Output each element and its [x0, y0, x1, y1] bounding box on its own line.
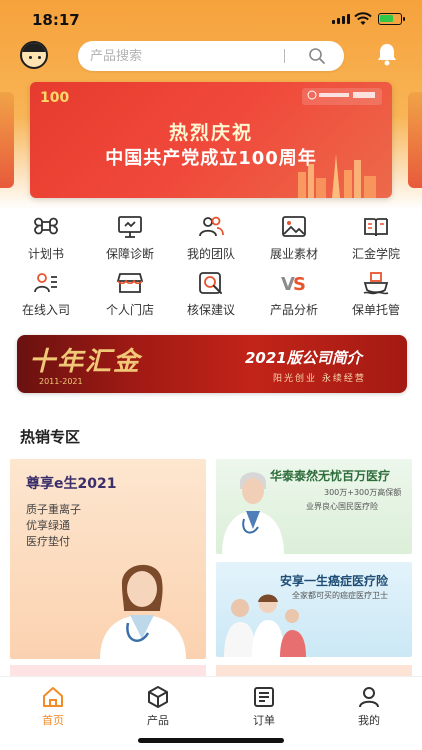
product-card-zunxiang[interactable]: 尊享e生2021 质子重离子 优享绿通 医疗垫付 — [10, 459, 206, 659]
promo-left-text: 十年汇金 — [29, 347, 142, 377]
menu-label: 在线入司 — [21, 303, 70, 317]
carousel-peek-right — [408, 92, 422, 188]
order-icon — [254, 687, 274, 707]
svg-text:S: S — [293, 274, 306, 295]
avatar[interactable] — [20, 41, 48, 69]
menu-label: 保障诊断 — [105, 247, 154, 261]
menu-item-plan[interactable]: 计划书 — [4, 214, 88, 262]
skyline-graphic — [298, 154, 376, 198]
menu-label: 核保建议 — [186, 303, 235, 317]
status-time: 18:17 — [32, 11, 80, 29]
menu-label: 展业素材 — [269, 247, 318, 261]
menu-item-underwriting[interactable]: 核保建议 — [169, 270, 253, 318]
battery-icon — [378, 13, 405, 25]
company-intro-banner[interactable]: 十年汇金 2011-2021 2021版公司简介 阳光创业 永续经营 — [17, 335, 407, 393]
team-icon — [199, 216, 224, 237]
tab-home[interactable]: 首页 — [23, 685, 83, 728]
search-input[interactable] — [90, 46, 280, 66]
promo-title: 2021版公司简介 — [245, 349, 362, 367]
vs-icon: V S — [281, 274, 306, 295]
menu-label: 保单托管 — [351, 303, 400, 317]
bell-icon[interactable] — [376, 42, 398, 66]
family-illustration — [224, 594, 306, 657]
product-card-huatai[interactable]: 华泰泰然无忧百万医疗 300万+300万高保额 业界良心国民医疗险 — [216, 459, 412, 554]
main-banner[interactable]: 100 热烈庆祝 中国共产党成立100周年 — [30, 82, 392, 198]
company-logo — [302, 88, 382, 105]
tab-label: 订单 — [253, 714, 275, 727]
status-bar: 18:17 — [0, 0, 422, 38]
menu-label: 个人门店 — [105, 303, 154, 317]
command-icon — [34, 217, 58, 235]
banner-title-line1: 热烈庆祝 — [168, 122, 253, 144]
menu-label: 汇金学院 — [351, 247, 400, 261]
card-title: 安享一生癌症医疗险 — [280, 574, 389, 588]
menu-label: 我的团队 — [186, 247, 235, 261]
section-title: 热销专区 — [20, 428, 81, 446]
wifi-icon — [354, 12, 372, 25]
svg-text:100: 100 — [40, 90, 69, 106]
signal-icon — [332, 14, 350, 24]
tab-label: 首页 — [42, 714, 64, 727]
tab-label: 我的 — [358, 714, 380, 727]
card-subtitle: 业界良心国民医疗险 — [306, 502, 378, 511]
tab-profile[interactable]: 我的 — [339, 685, 399, 728]
card-subtitle: 300万+300万高保额 — [324, 488, 402, 497]
store-icon — [116, 273, 144, 293]
promo-subtitle: 阳光创业 永续经营 — [273, 374, 366, 384]
menu-item-academy[interactable]: 汇金学院 — [334, 214, 418, 262]
menu-item-analysis[interactable]: V S 产品分析 — [252, 270, 336, 318]
box-icon — [148, 686, 168, 708]
search-doc-icon — [199, 272, 222, 294]
book-icon — [364, 218, 388, 237]
card-title: 尊享e生2021 — [26, 476, 117, 492]
card-feature: 医疗垫付 — [26, 535, 70, 548]
menu-item-store[interactable]: 个人门店 — [88, 270, 172, 318]
card-title: 华泰泰然无忧百万医疗 — [270, 469, 391, 483]
menu-item-materials[interactable]: 展业素材 — [252, 214, 336, 262]
party-100-logo: 100 — [40, 88, 90, 106]
home-indicator — [138, 738, 284, 743]
tab-orders[interactable]: 订单 — [234, 685, 294, 728]
menu-label: 产品分析 — [269, 303, 318, 317]
menu-item-onboarding[interactable]: 在线入司 — [4, 270, 88, 318]
image-icon — [282, 216, 306, 237]
product-card-anxiang[interactable]: 安享一生癌症医疗险 全家都可买的癌症医疗卫士 — [216, 562, 412, 657]
menu-label: 计划书 — [27, 247, 64, 261]
hosting-icon — [363, 272, 389, 295]
carousel-peek-left — [0, 92, 14, 188]
promo-years: 2011-2021 — [39, 377, 83, 386]
home-icon — [43, 687, 63, 707]
profile-icon — [359, 687, 379, 708]
card-feature: 优享绿通 — [26, 519, 70, 532]
doctor-illustration — [100, 564, 186, 659]
menu-item-hosting[interactable]: 保单托管 — [334, 270, 418, 318]
doctor-illustration — [222, 472, 284, 554]
monitor-icon — [118, 216, 142, 238]
search-icon[interactable] — [308, 47, 326, 65]
menu-item-diagnosis[interactable]: 保障诊断 — [88, 214, 172, 262]
tab-label: 产品 — [147, 714, 169, 727]
search-divider — [284, 49, 285, 63]
search-bar[interactable] — [78, 41, 344, 71]
tab-products[interactable]: 产品 — [128, 685, 188, 728]
menu-item-team[interactable]: 我的团队 — [169, 214, 253, 262]
user-list-icon — [34, 273, 57, 293]
card-feature: 质子重离子 — [26, 503, 81, 516]
